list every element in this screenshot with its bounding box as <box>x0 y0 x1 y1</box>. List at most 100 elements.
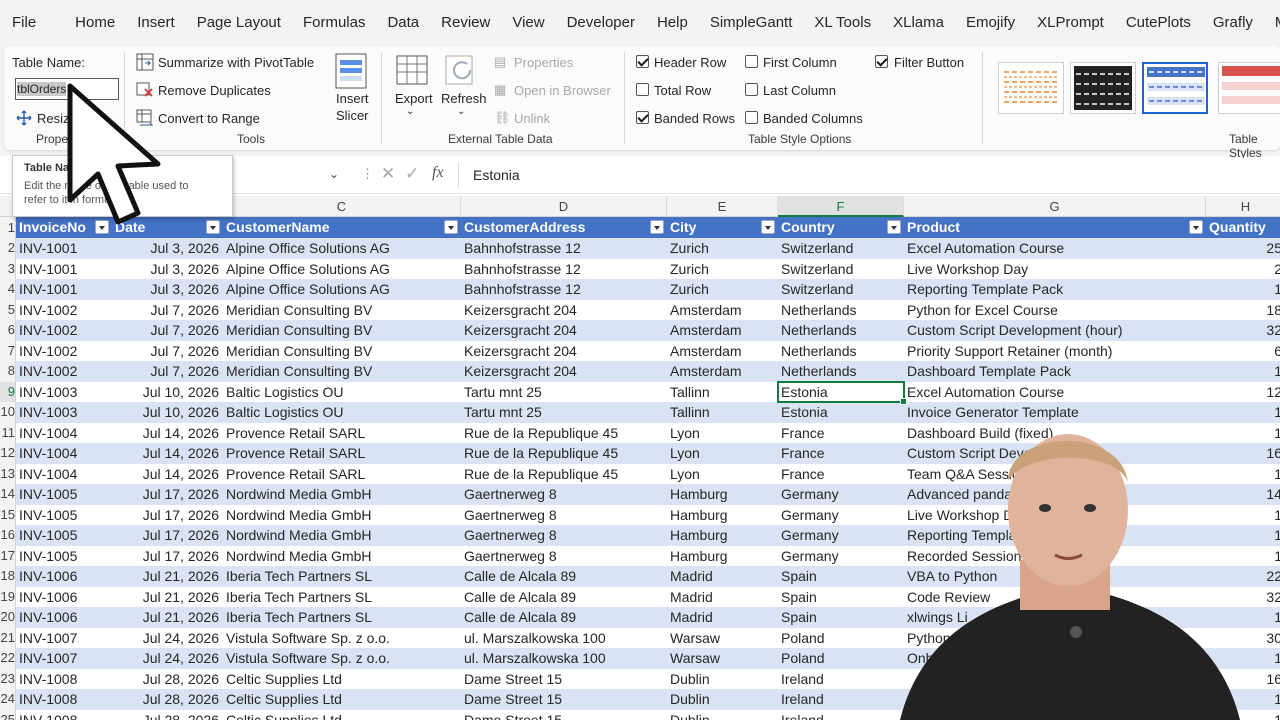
cell-customeraddress[interactable]: Rue de la Republique 45 <box>461 443 667 464</box>
table-style-black[interactable] <box>1070 62 1136 114</box>
cell-customeraddress[interactable]: Rue de la Republique 45 <box>461 464 667 485</box>
cell-customername[interactable]: Vistula Software Sp. z o.o. <box>223 628 461 649</box>
more-options-icon[interactable]: ⋮ <box>361 166 374 182</box>
cell-customername[interactable]: Nordwind Media GmbH <box>223 505 461 526</box>
cell-date[interactable]: Jul 10, 2026 <box>112 402 223 423</box>
cell-invoiceno[interactable]: INV-1008 <box>16 710 112 720</box>
cell-city[interactable]: Amsterdam <box>667 300 778 321</box>
cell-date[interactable]: Jul 17, 2026 <box>112 546 223 567</box>
cell-customername[interactable]: Alpine Office Solutions AG <box>223 238 461 259</box>
cell-customeraddress[interactable]: Calle de Alcala 89 <box>461 587 667 608</box>
cell-quantity[interactable]: 1 <box>1206 361 1280 382</box>
cell-date[interactable]: Jul 14, 2026 <box>112 423 223 444</box>
cell-quantity[interactable]: 1 <box>1206 546 1280 567</box>
cell-country[interactable]: Germany <box>778 505 904 526</box>
cell-date[interactable]: Jul 3, 2026 <box>112 279 223 300</box>
filter-dropdown-icon[interactable] <box>650 220 664 234</box>
cell-quantity[interactable]: 25 <box>1206 238 1280 259</box>
cell-invoiceno[interactable]: INV-1005 <box>16 505 112 526</box>
cell-product[interactable]: Custom Script Development <box>904 443 1206 464</box>
cell-quantity[interactable]: 1 <box>1206 464 1280 485</box>
row-header[interactable]: 9 <box>0 381 16 402</box>
row-header[interactable]: 22 <box>0 648 16 669</box>
cell-customeraddress[interactable]: Dame Street 15 <box>461 689 667 710</box>
cell-product[interactable]: xlwings Li <box>904 607 1206 628</box>
tab-help[interactable]: Help <box>646 0 699 46</box>
cell-customeraddress[interactable]: Dame Street 15 <box>461 669 667 690</box>
cell-product[interactable]: Dashboard Build (fixed) <box>904 423 1206 444</box>
cell-customername[interactable]: Provence Retail SARL <box>223 464 461 485</box>
cell-date[interactable]: Jul 21, 2026 <box>112 607 223 628</box>
row-header[interactable]: 3 <box>0 258 16 279</box>
cell-city[interactable]: Madrid <box>667 587 778 608</box>
cell-date[interactable]: Jul 14, 2026 <box>112 443 223 464</box>
tab-file[interactable]: File <box>12 0 64 46</box>
cell-quantity[interactable]: 16 <box>1206 669 1280 690</box>
cell-invoiceno[interactable]: INV-1001 <box>16 259 112 280</box>
cell-invoiceno[interactable]: INV-1005 <box>16 484 112 505</box>
first-column-checkbox[interactable] <box>745 55 758 68</box>
cell-product[interactable]: Python f <box>904 628 1206 649</box>
cell-date[interactable]: Jul 28, 2026 <box>112 669 223 690</box>
row-header[interactable]: 10 <box>0 402 16 423</box>
cell-customeraddress[interactable]: Calle de Alcala 89 <box>461 566 667 587</box>
cell-product[interactable]: Live Workshop Day <box>904 505 1206 526</box>
cell-product[interactable]: Live Workshop Day <box>904 259 1206 280</box>
cell-invoiceno[interactable]: INV-1003 <box>16 382 112 403</box>
cell-invoiceno[interactable]: INV-1004 <box>16 464 112 485</box>
column-header-quantity[interactable]: Quantity <box>1206 217 1280 238</box>
cell-invoiceno[interactable]: INV-1003 <box>16 402 112 423</box>
cell-quantity[interactable]: 16 <box>1206 443 1280 464</box>
row-header[interactable]: 8 <box>0 361 16 382</box>
cell-product[interactable] <box>904 710 1206 720</box>
tab-xl-tools[interactable]: XL Tools <box>803 0 882 46</box>
cell-country[interactable]: Netherlands <box>778 341 904 362</box>
cell-customername[interactable]: Meridian Consulting BV <box>223 361 461 382</box>
cell-invoiceno[interactable]: INV-1002 <box>16 341 112 362</box>
cell-city[interactable]: Lyon <box>667 443 778 464</box>
column-header[interactable]: C <box>223 196 461 217</box>
tab-cuteplots[interactable]: CutePlots <box>1115 0 1202 46</box>
row-header[interactable]: 6 <box>0 320 16 341</box>
row-header[interactable]: 16 <box>0 525 16 546</box>
last-column-checkbox[interactable] <box>745 83 758 96</box>
cell-country[interactable]: Ireland <box>778 689 904 710</box>
filter-dropdown-icon[interactable] <box>1189 220 1203 234</box>
filter-dropdown-icon[interactable] <box>887 220 901 234</box>
tab-my-tool-belt[interactable]: My Tool Belt <box>1264 0 1280 46</box>
cell-date[interactable]: Jul 7, 2026 <box>112 300 223 321</box>
cell-date[interactable]: Jul 14, 2026 <box>112 464 223 485</box>
total-row-checkbox[interactable] <box>636 83 649 96</box>
cell-city[interactable]: Madrid <box>667 607 778 628</box>
cell-date[interactable]: Jul 24, 2026 <box>112 648 223 669</box>
cell-customeraddress[interactable]: Gaertnerweg 8 <box>461 505 667 526</box>
table-style-blue-selected[interactable] <box>1142 62 1208 114</box>
tab-grafly[interactable]: Grafly <box>1202 0 1264 46</box>
cell-invoiceno[interactable]: INV-1008 <box>16 669 112 690</box>
cell-customeraddress[interactable]: Bahnhofstrasse 12 <box>461 259 667 280</box>
cell-city[interactable]: Zurich <box>667 259 778 280</box>
row-header[interactable]: 14 <box>0 484 16 505</box>
cell-customeraddress[interactable]: Tartu mnt 25 <box>461 402 667 423</box>
cell-customername[interactable]: Meridian Consulting BV <box>223 320 461 341</box>
cell-quantity[interactable]: 1 <box>1206 505 1280 526</box>
table-style-red[interactable] <box>1218 62 1280 114</box>
cell-date[interactable]: Jul 17, 2026 <box>112 505 223 526</box>
cell-country[interactable]: Estonia <box>778 402 904 423</box>
cell-quantity[interactable]: 1 <box>1206 525 1280 546</box>
cell-country[interactable]: Germany <box>778 484 904 505</box>
cell-customeraddress[interactable]: Tartu mnt 25 <box>461 382 667 403</box>
cell-invoiceno[interactable]: INV-1006 <box>16 566 112 587</box>
cell-product[interactable]: Advanced pandas Rep <box>904 484 1206 505</box>
cell-country[interactable]: Netherlands <box>778 320 904 341</box>
cell-city[interactable]: Hamburg <box>667 546 778 567</box>
row-header[interactable]: 24 <box>0 689 16 710</box>
row-header[interactable]: 7 <box>0 340 16 361</box>
cell-date[interactable]: Jul 7, 2026 <box>112 320 223 341</box>
cell-city[interactable]: Zurich <box>667 279 778 300</box>
cell-date[interactable]: Jul 7, 2026 <box>112 341 223 362</box>
cell-date[interactable]: Jul 21, 2026 <box>112 587 223 608</box>
tab-data[interactable]: Data <box>376 0 430 46</box>
cell-quantity[interactable]: 14 <box>1206 484 1280 505</box>
cell-invoiceno[interactable]: INV-1004 <box>16 423 112 444</box>
